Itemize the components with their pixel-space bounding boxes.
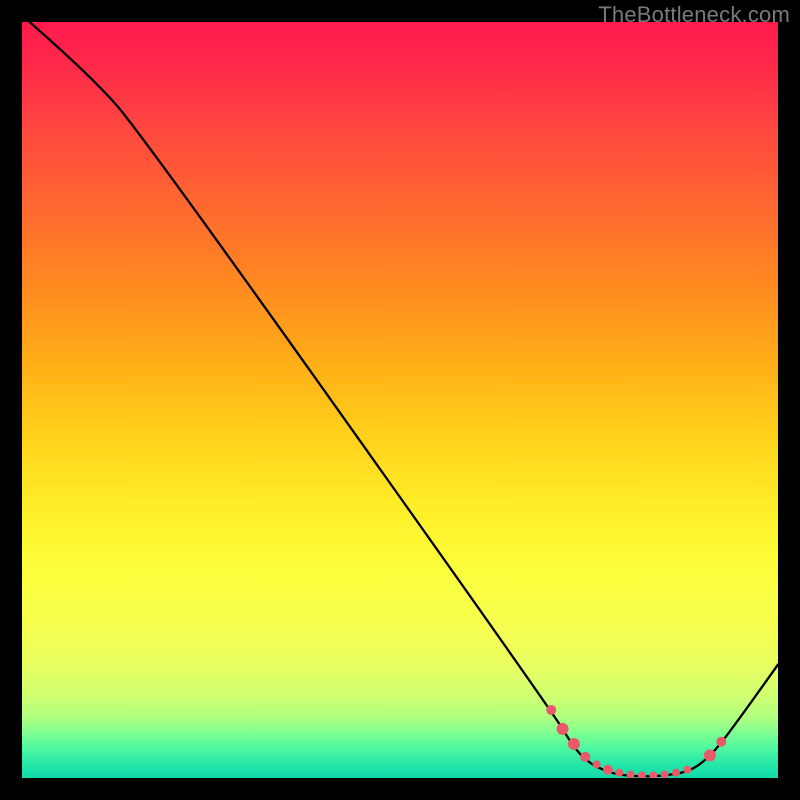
curve-marker [683, 766, 691, 774]
bottleneck-curve-path [30, 22, 778, 776]
curve-marker [546, 705, 556, 715]
curve-marker [593, 760, 601, 768]
curve-marker [603, 765, 613, 775]
curve-marker [627, 771, 635, 778]
curve-marker [568, 738, 580, 750]
plot-area [22, 22, 778, 778]
curve-marker [716, 737, 726, 747]
curve-marker [580, 752, 590, 762]
curve-marker [672, 769, 680, 777]
curve-marker [638, 771, 646, 778]
curve-marker [661, 771, 669, 778]
curve-marker [704, 749, 716, 761]
bottleneck-curve-svg [22, 22, 778, 778]
curve-marker [649, 771, 657, 778]
curve-marker [557, 723, 569, 735]
marker-layer [546, 705, 726, 778]
chart-stage: TheBottleneck.com [0, 0, 800, 800]
curve-marker [615, 769, 623, 777]
